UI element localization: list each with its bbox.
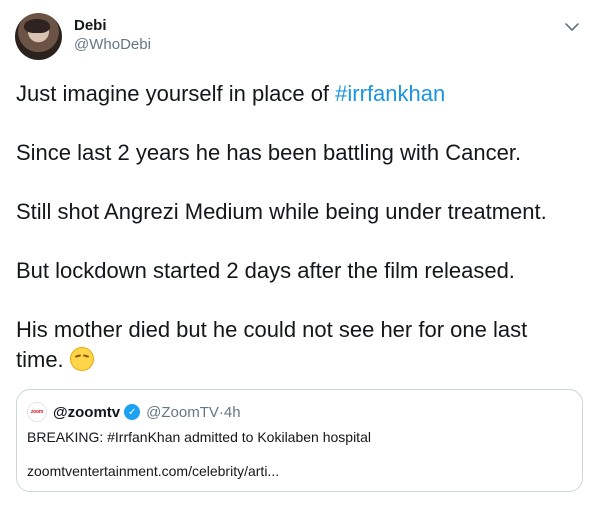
quoted-tweet[interactable]: zoom @zoomtv ✓ @ZoomTV · 4h BREAKING: #I… — [16, 389, 583, 492]
display-name[interactable]: Debi — [74, 16, 151, 35]
verified-badge-icon: ✓ — [124, 404, 141, 420]
tweet-line-5b: time. — [16, 345, 576, 375]
tweet-line-1-text: Just imagine yourself in place of — [16, 81, 336, 106]
tweet-text: Just imagine yourself in place of #irrfa… — [16, 79, 576, 375]
quoted-text: BREAKING: #IrrfanKhan admitted to Kokila… — [27, 429, 371, 445]
handle[interactable]: @WhoDebi — [74, 35, 151, 54]
tweet-line-5b-text: time. — [16, 347, 70, 372]
author-block[interactable]: Debi @WhoDebi — [74, 16, 151, 54]
tweet-line-2: Since last 2 years he has been battling … — [16, 140, 522, 165]
tweet-line-5a: His mother died but he could not see her… — [16, 317, 528, 342]
zoomtv-logo-icon: zoom — [27, 402, 47, 422]
quoted-name[interactable]: @zoomtv — [53, 404, 120, 421]
hashtag-link[interactable]: #irrfankhan — [335, 81, 445, 106]
tweet-line-3: Still shot Angrezi Medium while being un… — [16, 199, 547, 224]
quoted-link[interactable]: zoomtventertainment.com/celebrity/arti..… — [27, 462, 279, 480]
tweet-line-4: But lockdown started 2 days after the fi… — [16, 258, 515, 283]
quoted-header: zoom @zoomtv ✓ @ZoomTV · 4h — [27, 402, 241, 422]
pensive-face-icon — [69, 347, 94, 371]
tweet-line-1: Just imagine yourself in place of #irrfa… — [16, 79, 576, 109]
quoted-time[interactable]: 4h — [224, 404, 241, 421]
quoted-handle[interactable]: @ZoomTV — [146, 404, 219, 421]
chevron-down-icon[interactable] — [562, 20, 582, 34]
avatar[interactable] — [15, 13, 62, 60]
tweet-card: Debi @WhoDebi Just imagine yourself in p… — [0, 0, 604, 510]
zoomtv-logo-text: zoom — [30, 409, 44, 415]
